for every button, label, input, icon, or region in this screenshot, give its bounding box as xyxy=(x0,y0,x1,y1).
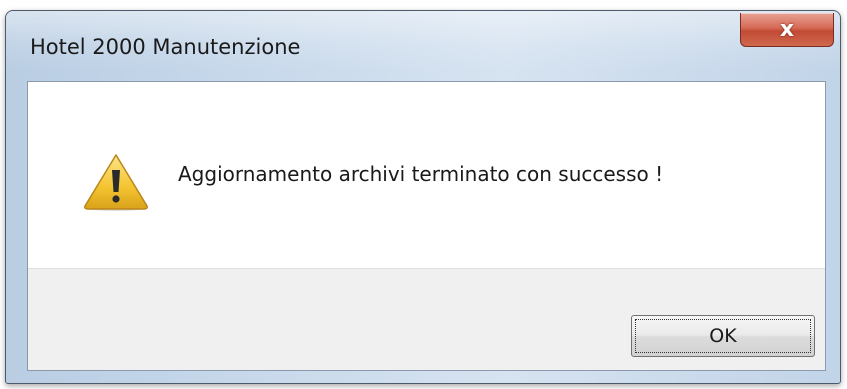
message-dialog: Hotel 2000 Manutenzione x Aggiornamento … xyxy=(5,10,841,384)
title-bar[interactable]: Hotel 2000 Manutenzione x xyxy=(6,11,840,81)
close-button[interactable]: x xyxy=(740,13,834,47)
button-panel: OK xyxy=(28,268,825,370)
warning-icon xyxy=(84,154,148,211)
ok-button-label: OK xyxy=(709,325,737,347)
window-title: Hotel 2000 Manutenzione xyxy=(30,35,301,59)
close-icon: x xyxy=(779,16,795,42)
message-text: Aggiornamento archivi terminato con succ… xyxy=(178,162,664,186)
ok-button[interactable]: OK xyxy=(631,315,815,357)
dialog-client-area: Aggiornamento archivi terminato con succ… xyxy=(27,81,826,371)
message-panel: Aggiornamento archivi terminato con succ… xyxy=(28,82,825,268)
